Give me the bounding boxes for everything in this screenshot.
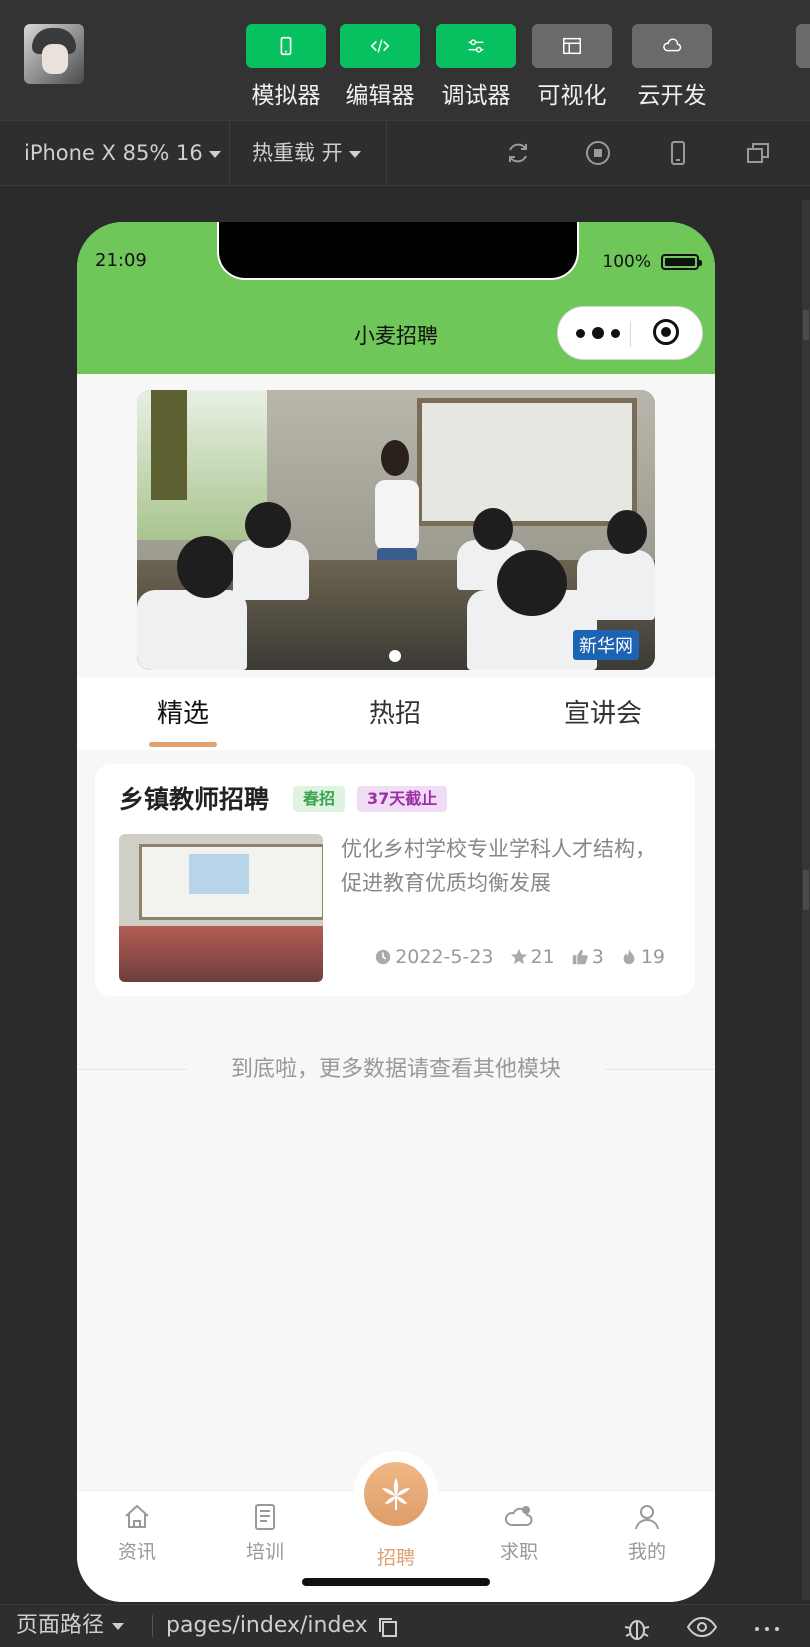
panel-scrollbar[interactable] [802, 200, 810, 1600]
tab-hot[interactable]: 热招 [341, 678, 449, 750]
star-count: 21 [530, 946, 555, 968]
simulator-tool[interactable]: 模拟器 [246, 24, 326, 110]
phone-notch [217, 222, 579, 280]
device-select-label: iPhone X 85% 16 [24, 141, 203, 165]
like-count: 3 [591, 946, 604, 968]
detach-window-icon[interactable] [744, 139, 772, 167]
user-icon [635, 1505, 659, 1530]
home-indicator [302, 1578, 490, 1586]
stars-meta: 21 [510, 946, 555, 968]
flame-icon [623, 948, 635, 965]
page-path-label: 页面路径 [16, 1613, 105, 1638]
editor-tool[interactable]: 编辑器 [340, 24, 420, 110]
editor-label: 编辑器 [345, 83, 415, 109]
tabbar-training[interactable]: 培训 [215, 1501, 315, 1564]
visual-tool[interactable]: 可视化 [532, 24, 612, 110]
tab-featured[interactable]: 精选 [129, 678, 237, 750]
devtools-footer: 页面路径 pages/index/index [0, 1604, 810, 1647]
simulator-subbar: iPhone X 85% 16 热重载 开 [0, 120, 810, 186]
more-horizontal-icon[interactable] [752, 1615, 782, 1639]
phone-icon [246, 24, 326, 68]
thumbs-up-icon [572, 949, 588, 965]
status-time: 21:09 [95, 250, 147, 271]
cloud-icon [632, 24, 712, 68]
page-path-dropdown[interactable]: 页面路径 [16, 1605, 125, 1647]
tabbar-mine-label: 我的 [627, 1541, 666, 1563]
close-target-icon[interactable] [653, 319, 679, 345]
tabbar-news-label: 资讯 [117, 1541, 156, 1563]
copy-icon[interactable] [376, 1615, 400, 1639]
job-thumbnail [119, 834, 323, 982]
tabbar-training-label: 培训 [245, 1541, 284, 1563]
swiper-indicator-dot [389, 650, 401, 662]
battery-percent: 100% [602, 252, 651, 272]
tab-seminar[interactable]: 宣讲会 [549, 678, 657, 750]
tabbar-jobseek-label: 求职 [499, 1541, 538, 1563]
devtools-toolbar: 模拟器 编辑器 调试器 可视化 云开发 [0, 0, 810, 120]
device-select[interactable]: iPhone X 85% 16 [24, 121, 221, 185]
debugger-tool[interactable]: 调试器 [436, 24, 516, 110]
tabbar-recruit-button[interactable] [364, 1462, 428, 1526]
refresh-icon[interactable] [504, 139, 532, 167]
book-icon [255, 1504, 275, 1530]
battery-icon [661, 254, 702, 270]
eye-icon[interactable] [686, 1615, 718, 1639]
overflow-tool[interactable] [796, 24, 810, 68]
cloud-label: 云开发 [637, 83, 707, 109]
star-icon [510, 948, 527, 965]
visual-label: 可视化 [537, 83, 607, 109]
hot-meta: 19 [620, 946, 665, 968]
home-icon [125, 1504, 149, 1528]
tabbar-jobseek[interactable]: 求职 [469, 1501, 569, 1564]
user-avatar[interactable] [24, 24, 84, 84]
post-date: 2022-5-23 [395, 946, 494, 968]
job-card[interactable]: 乡镇教师招聘 春招 37天截止 优化乡村学校专业学科人才结构，促进教育优质均衡发… [95, 764, 695, 996]
active-tab-underline [149, 742, 217, 747]
caret-down-icon [112, 1622, 125, 1630]
phone-simulator: 21:09 100% 小麦招聘 新华网 精选 热招 宣讲会 乡镇教师招聘 春招 … [77, 222, 715, 1602]
hot-count: 19 [640, 946, 665, 968]
date-meta: 2022-5-23 [374, 946, 494, 968]
job-meta: 2022-5-23 21 3 19 [374, 946, 665, 968]
tabbar-recruit-label[interactable]: 招聘 [346, 1543, 446, 1570]
list-end-divider: 到底啦，更多数据请查看其他模块 [77, 1050, 715, 1090]
device-phone-icon[interactable] [664, 139, 692, 167]
simulator-label: 模拟器 [251, 83, 321, 109]
tabbar-news[interactable]: 资讯 [87, 1501, 187, 1564]
category-tabs: 精选 热招 宣讲会 [77, 678, 715, 750]
list-end-text: 到底啦，更多数据请查看其他模块 [230, 1057, 561, 1082]
debug-sliders-icon [436, 24, 516, 68]
likes-meta: 3 [571, 946, 604, 968]
status-bar: 21:09 100% [77, 222, 715, 298]
more-dots-icon[interactable] [576, 307, 620, 359]
mini-program-navbar: 小麦招聘 [77, 298, 715, 374]
stop-icon[interactable] [584, 139, 612, 167]
code-icon [340, 24, 420, 68]
clock-icon [375, 949, 391, 965]
season-tag: 春招 [293, 786, 346, 812]
hot-reload-select[interactable]: 热重载 开 [252, 121, 361, 185]
cloud-tool[interactable]: 云开发 [632, 24, 712, 110]
job-description: 优化乡村学校专业学科人才结构，促进教育优质均衡发展 [341, 837, 656, 895]
deadline-tag: 37天截止 [357, 786, 448, 812]
page-path-value: pages/index/index [166, 1613, 368, 1638]
caret-down-icon [208, 150, 221, 158]
cloud-badge-icon [504, 1506, 533, 1527]
job-title: 乡镇教师招聘 [119, 785, 270, 814]
banner-swiper[interactable]: 新华网 [137, 390, 655, 670]
caret-down-icon [348, 150, 361, 158]
bug-icon[interactable] [622, 1613, 652, 1643]
tabbar-mine[interactable]: 我的 [597, 1501, 697, 1564]
hot-reload-label: 热重载 开 [252, 141, 343, 165]
layout-icon [532, 24, 612, 68]
banner-watermark: 新华网 [573, 630, 639, 660]
debugger-label: 调试器 [441, 83, 511, 109]
capsule-menu [557, 306, 703, 360]
wheat-leaf-icon [382, 1478, 410, 1510]
